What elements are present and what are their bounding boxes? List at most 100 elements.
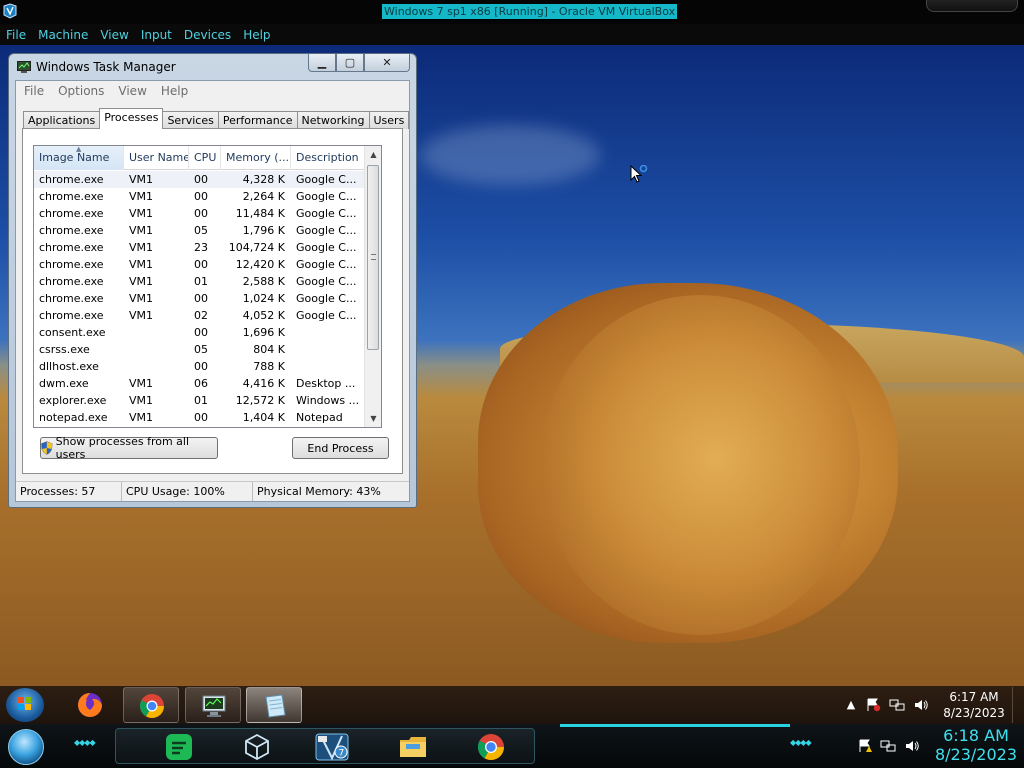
host-volume-icon[interactable]: [904, 739, 920, 753]
host-menu-help[interactable]: Help: [243, 28, 270, 42]
memory-cell: 12,572 K: [235, 394, 285, 407]
table-row[interactable]: chrome.exe VM1 02 4,052 K Google C...: [34, 307, 365, 324]
tab-networking[interactable]: Networking: [296, 111, 370, 129]
table-row[interactable]: consent.exe 00 1,696 K: [34, 324, 365, 341]
table-row[interactable]: dllhost.exe 00 788 K: [34, 358, 365, 375]
end-process-button[interactable]: End Process: [292, 437, 389, 459]
host-chrome-icon: [477, 734, 505, 761]
user-name-cell: VM1: [129, 411, 154, 424]
windows-logo-icon: [18, 697, 31, 710]
minimize-icon: ▁: [317, 56, 327, 69]
memory-cell: 1,404 K: [242, 411, 285, 424]
host-window-controls[interactable]: [926, 0, 1018, 12]
host-menu-machine[interactable]: Machine: [38, 28, 88, 42]
table-row[interactable]: chrome.exe VM1 05 1,796 K Google C...: [34, 222, 365, 239]
host-dock-glow: [560, 724, 790, 727]
table-row[interactable]: explorer.exe VM1 01 12,572 K Windows ...: [34, 392, 365, 409]
tab-performance[interactable]: Performance: [217, 111, 298, 129]
menu-view[interactable]: View: [118, 84, 146, 98]
process-name-cell: csrss.exe: [39, 343, 90, 356]
task-manager-window[interactable]: Windows Task Manager ▁ ▢ ✕ File Options …: [8, 53, 417, 508]
memory-cell: 12,420 K: [235, 258, 285, 271]
process-name-cell: chrome.exe: [39, 207, 104, 220]
table-row[interactable]: notepad.exe VM1 00 1,404 K Notepad: [34, 409, 365, 426]
taskbar-chrome[interactable]: [123, 687, 179, 723]
host-start-button[interactable]: [8, 729, 44, 765]
network-icon[interactable]: [889, 698, 905, 712]
table-row[interactable]: chrome.exe VM1 23 104,724 K Google C...: [34, 239, 365, 256]
volume-icon[interactable]: [913, 698, 929, 712]
menu-options[interactable]: Options: [58, 84, 104, 98]
status-cpu-usage: CPU Usage: 100%: [122, 482, 253, 501]
process-list-scrollbar[interactable]: ▲ ▼: [364, 146, 381, 427]
column-cpu[interactable]: CPU: [189, 146, 221, 170]
minimize-button[interactable]: ▁: [308, 54, 336, 72]
cpu-cell: 05: [194, 343, 208, 356]
process-list[interactable]: ▲ Image Name User Name CPU Memory (... D…: [33, 145, 382, 428]
task-manager-app-icon: [17, 61, 31, 73]
host-clock[interactable]: 6:18 AM 8/23/2023: [930, 726, 1022, 764]
description-cell: Desktop ...: [296, 377, 356, 390]
table-row[interactable]: chrome.exe VM1 00 4,328 K Google C...: [34, 171, 365, 188]
menu-help[interactable]: Help: [161, 84, 188, 98]
column-memory[interactable]: Memory (...: [221, 146, 291, 170]
host-dock-virtualbox[interactable]: [242, 732, 272, 762]
tab-services[interactable]: Services: [162, 111, 219, 129]
memory-cell: 2,264 K: [242, 190, 285, 203]
taskbar-firefox[interactable]: [62, 687, 118, 723]
tray-overflow-chevron-icon[interactable]: ▲: [843, 698, 859, 712]
task-manager-title-bar[interactable]: Windows Task Manager ▁ ▢ ✕: [9, 54, 416, 80]
column-user-name[interactable]: User Name: [124, 146, 189, 170]
guest-show-desktop-button[interactable]: [1012, 687, 1022, 723]
user-name-cell: VM1: [129, 258, 154, 271]
process-name-cell: chrome.exe: [39, 275, 104, 288]
tab-applications[interactable]: Applications: [23, 111, 101, 129]
guest-start-button[interactable]: [6, 688, 44, 722]
taskbar-notepad[interactable]: [246, 687, 302, 723]
cpu-cell: 00: [194, 292, 208, 305]
table-row[interactable]: chrome.exe VM1 00 11,484 K Google C...: [34, 205, 365, 222]
cpu-cell: 00: [194, 173, 208, 186]
table-row[interactable]: chrome.exe VM1 00 1,024 K Google C...: [34, 290, 365, 307]
host-dock-file-explorer[interactable]: [398, 732, 428, 762]
cpu-cell: 01: [194, 394, 208, 407]
host-menu-devices[interactable]: Devices: [184, 28, 231, 42]
user-name-cell: VM1: [129, 394, 154, 407]
host-dock-messages[interactable]: [164, 732, 194, 762]
scrollbar-thumb[interactable]: [367, 165, 379, 350]
host-menu-file[interactable]: File: [6, 28, 26, 42]
table-row[interactable]: chrome.exe VM1 00 2,264 K Google C...: [34, 188, 365, 205]
scroll-up-arrow-icon[interactable]: ▲: [365, 146, 381, 163]
menu-file[interactable]: File: [24, 84, 44, 98]
action-center-flag-icon[interactable]: [865, 698, 881, 712]
guest-clock[interactable]: 6:17 AM 8/23/2023: [940, 689, 1008, 721]
host-menu-input[interactable]: Input: [141, 28, 172, 42]
host-network-icon[interactable]: [880, 739, 896, 753]
status-bar: Processes: 57 CPU Usage: 100% Physical M…: [16, 481, 409, 501]
host-dock-vm-win7[interactable]: 7: [314, 732, 350, 762]
description-cell: Google C...: [296, 275, 357, 288]
table-row[interactable]: chrome.exe VM1 01 2,588 K Google C...: [34, 273, 365, 290]
column-image-name[interactable]: ▲ Image Name: [34, 146, 124, 170]
taskbar-task-manager[interactable]: [185, 687, 241, 723]
tab-users[interactable]: Users: [368, 111, 410, 129]
process-name-cell: consent.exe: [39, 326, 106, 339]
virtualbox-icon: [3, 3, 17, 19]
column-description[interactable]: Description: [291, 146, 365, 170]
host-action-center-icon[interactable]: [857, 739, 873, 753]
host-menu-view[interactable]: View: [100, 28, 128, 42]
scroll-down-arrow-icon[interactable]: ▼: [365, 410, 381, 427]
close-button[interactable]: ✕: [364, 54, 410, 72]
description-cell: Google C...: [296, 258, 357, 271]
table-row[interactable]: dwm.exe VM1 06 4,416 K Desktop ...: [34, 375, 365, 392]
description-cell: Google C...: [296, 173, 357, 186]
host-dock-chrome[interactable]: [476, 732, 506, 762]
tab-processes[interactable]: Processes: [99, 108, 164, 129]
memory-cell: 788 K: [253, 360, 285, 373]
maximize-button[interactable]: ▢: [336, 54, 364, 72]
table-row[interactable]: csrss.exe 05 804 K: [34, 341, 365, 358]
user-name-cell: VM1: [129, 173, 154, 186]
table-row[interactable]: chrome.exe VM1 00 12,420 K Google C...: [34, 256, 365, 273]
show-all-users-button[interactable]: Show processes from all users: [40, 435, 218, 461]
cpu-cell: 00: [194, 207, 208, 220]
